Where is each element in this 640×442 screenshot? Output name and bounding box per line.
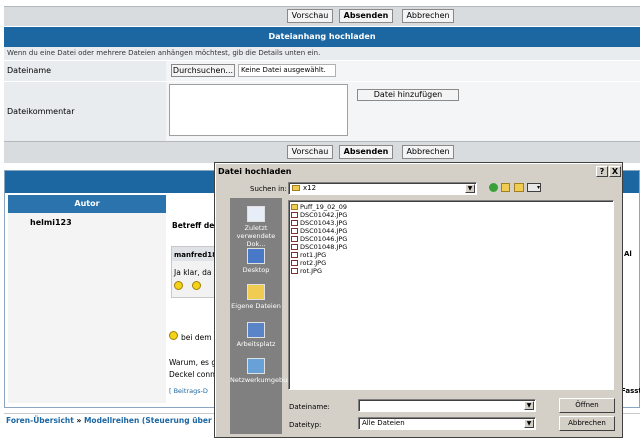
- file-list[interactable]: Puff_19_02_09 DSC01042.JPG DSC01043.JPG …: [288, 200, 614, 390]
- comment-textarea[interactable]: [169, 84, 348, 136]
- open-button[interactable]: Öffnen: [559, 398, 615, 413]
- chevron-down-icon[interactable]: ▼: [524, 419, 534, 428]
- quote-text: Ja klar, da: [174, 268, 212, 277]
- submit-button[interactable]: Absenden: [339, 145, 393, 159]
- view-menu-icon[interactable]: ▾: [527, 183, 541, 192]
- place-label: Netzwerkumgebung: [230, 376, 296, 384]
- places-bar: Zuletzt verwendete Dok... Desktop Eigene…: [230, 198, 295, 434]
- preview-button-top[interactable]: Vorschau: [287, 9, 333, 23]
- new-folder-icon[interactable]: [514, 183, 524, 192]
- place-label: Zuletzt verwendete Dok...: [236, 224, 276, 248]
- file-name: Puff_19_02_09: [300, 203, 347, 211]
- list-item[interactable]: rot1.JPG: [290, 251, 326, 259]
- my-computer-icon: [247, 322, 265, 338]
- breadcrumb-separator: »: [76, 416, 82, 425]
- author-column: [8, 213, 166, 403]
- no-file-text: Keine Datei ausgewählt.: [238, 64, 336, 77]
- breadcrumb-category[interactable]: Modellreihen (Steuerung über "Pe: [84, 416, 229, 425]
- dialog-filetype-select[interactable]: Alle Dateien ▼: [358, 417, 536, 430]
- file-name: rot2.JPG: [300, 259, 327, 267]
- dialog-filetype-value: Alle Dateien: [362, 419, 405, 427]
- dialog-cancel-button[interactable]: Abbrechen: [559, 416, 615, 431]
- back-icon[interactable]: [489, 183, 498, 192]
- desktop-icon: [247, 248, 265, 264]
- list-item[interactable]: DSC01042.JPG: [290, 211, 347, 219]
- dialog-filename-input[interactable]: ▼: [358, 399, 536, 412]
- quote-author: manfred18: [174, 251, 217, 259]
- filename-label: Dateiname: [4, 60, 166, 81]
- place-my-documents[interactable]: Eigene Dateien: [230, 284, 282, 310]
- list-item[interactable]: DSC01043.JPG: [290, 219, 347, 227]
- image-file-icon: [291, 244, 298, 250]
- post-snippet: bei dem: [181, 333, 212, 342]
- image-file-icon: [291, 212, 298, 218]
- post-snippet: Warum, es g: [169, 358, 217, 367]
- post-subject: Betreff des: [172, 221, 219, 230]
- list-item[interactable]: DSC01048.JPG: [290, 243, 347, 251]
- up-folder-icon[interactable]: [501, 183, 510, 192]
- attachment-hint: Wenn du eine Datei oder mehrere Dateien …: [4, 47, 640, 60]
- help-button[interactable]: ?: [596, 166, 608, 177]
- dialog-filetype-label: Dateityp:: [289, 421, 322, 429]
- list-item[interactable]: rot2.JPG: [290, 259, 326, 267]
- post-link[interactable]: [ Beitrags-D: [169, 387, 208, 395]
- attachment-header: Dateianhang hochladen: [4, 27, 640, 47]
- image-file-icon: [291, 260, 298, 266]
- cancel-button-top[interactable]: Abbrechen: [402, 9, 454, 23]
- file-name: rot.JPG: [300, 267, 322, 275]
- close-button[interactable]: X: [609, 166, 621, 177]
- file-name: DSC01043.JPG: [300, 219, 348, 227]
- author-name: helmi123: [30, 218, 72, 227]
- chevron-down-icon[interactable]: ▼: [465, 184, 475, 193]
- folder-icon: [292, 185, 300, 191]
- right-column-fragment: Fasst: [621, 387, 640, 395]
- submit-button-top[interactable]: Absenden: [339, 9, 393, 23]
- dialog-title: Datei hochladen: [218, 167, 292, 176]
- smiley-icon: [169, 331, 178, 340]
- file-name: DSC01042.JPG: [300, 211, 348, 219]
- look-in-dropdown[interactable]: x12 ▼: [288, 182, 477, 195]
- recent-documents-icon: [247, 206, 265, 222]
- file-name: rot1.JPG: [300, 251, 327, 259]
- breadcrumb-home[interactable]: Foren-Übersicht: [6, 416, 74, 425]
- image-file-icon: [291, 220, 298, 226]
- image-file-icon: [291, 268, 298, 274]
- file-name: DSC01048.JPG: [300, 243, 348, 251]
- image-file-icon: [291, 228, 298, 234]
- image-file-icon: [291, 252, 298, 258]
- comment-label: Dateikommentar: [4, 81, 166, 141]
- list-item[interactable]: Puff_19_02_09: [290, 203, 347, 211]
- list-item[interactable]: rot.JPG: [290, 267, 322, 275]
- dialog-filename-label: Dateiname:: [289, 403, 330, 411]
- cancel-button[interactable]: Abbrechen: [402, 145, 454, 159]
- folder-icon: [291, 204, 298, 210]
- smiley-icon: [174, 281, 183, 290]
- preview-button[interactable]: Vorschau: [287, 145, 333, 159]
- place-desktop[interactable]: Desktop: [230, 248, 282, 274]
- right-column-fragment: Al: [624, 250, 632, 258]
- smiley-icon: [192, 281, 201, 290]
- my-documents-icon: [247, 284, 265, 300]
- place-recent[interactable]: Zuletzt verwendete Dok...: [230, 206, 282, 248]
- place-label: Arbeitsplatz: [236, 340, 276, 348]
- current-folder-name: x12: [303, 184, 317, 192]
- list-item[interactable]: DSC01046.JPG: [290, 235, 347, 243]
- dialog-title-bar: Datei hochladen ? X: [216, 164, 621, 179]
- image-file-icon: [291, 236, 298, 242]
- author-column-header: Autor: [8, 195, 166, 213]
- chevron-down-icon[interactable]: ▼: [524, 401, 534, 410]
- place-network[interactable]: Netzwerkumgebung: [230, 358, 295, 384]
- look-in-label: Suchen in:: [250, 185, 287, 193]
- browse-button[interactable]: Durchsuchen...: [171, 64, 235, 77]
- add-file-button[interactable]: Datei hinzufügen: [357, 89, 459, 101]
- file-name: DSC01046.JPG: [300, 235, 348, 243]
- network-icon: [247, 358, 265, 374]
- post-snippet: Deckel conn: [169, 370, 215, 379]
- file-name: DSC01044.JPG: [300, 227, 348, 235]
- list-item[interactable]: DSC01044.JPG: [290, 227, 347, 235]
- place-label: Desktop: [242, 266, 270, 274]
- place-label: Eigene Dateien: [231, 302, 281, 310]
- place-my-computer[interactable]: Arbeitsplatz: [230, 322, 282, 348]
